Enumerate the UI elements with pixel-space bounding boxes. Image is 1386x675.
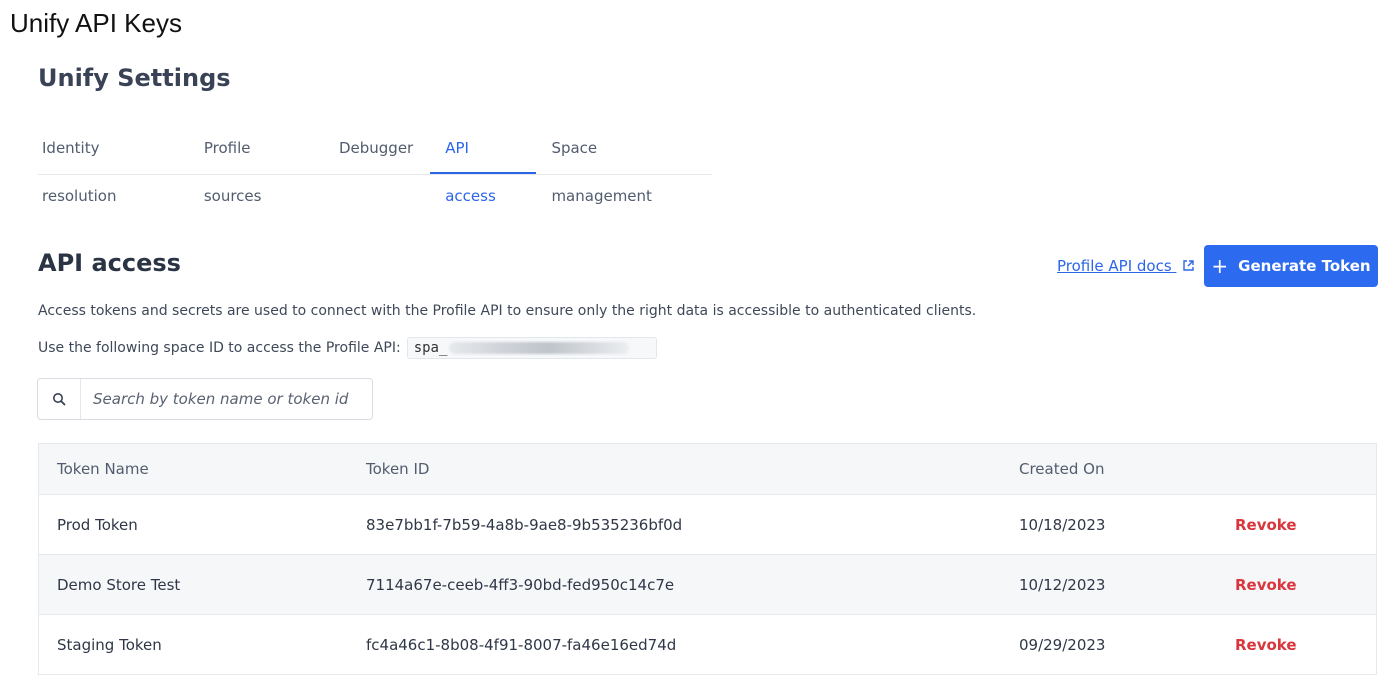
space-id-label: Use the following space ID to access the… <box>38 340 401 356</box>
table-row: Prod Token 83e7bb1f-7b59-4a8b-9ae8-9b535… <box>39 495 1376 555</box>
token-id: 7114a67e-ceeb-4ff3-90bd-fed950c14c7e <box>366 555 674 614</box>
tab-profile-sources[interactable]: Profile sources <box>189 124 324 174</box>
header-token-id: Token ID <box>366 444 429 494</box>
token-created-on: 10/12/2023 <box>1019 555 1105 614</box>
table-row: Demo Store Test 7114a67e-ceeb-4ff3-90bd-… <box>39 555 1376 615</box>
external-link-icon <box>1182 258 1195 276</box>
revoke-button[interactable]: Revoke <box>1235 555 1297 614</box>
space-id-prefix: spa_ <box>414 340 448 356</box>
table-header: Token Name Token ID Created On <box>39 444 1376 495</box>
api-access-description: Access tokens and secrets are used to co… <box>38 303 976 319</box>
token-name: Demo Store Test <box>57 555 180 614</box>
search-icon <box>38 379 81 419</box>
plus-icon: + <box>1211 256 1228 276</box>
header-created-on: Created On <box>1019 444 1104 494</box>
revoke-button[interactable]: Revoke <box>1235 495 1297 554</box>
token-name: Staging Token <box>57 615 162 674</box>
tab-api-access[interactable]: API access <box>430 124 536 174</box>
redacted-space-id <box>449 342 629 354</box>
table-row: Staging Token fc4a46c1-8b08-4f91-8007-fa… <box>39 615 1376 675</box>
page-title: Unify Settings <box>38 64 231 92</box>
generate-token-button[interactable]: + Generate Token <box>1204 245 1378 287</box>
document-title: Unify API Keys <box>10 8 182 39</box>
tab-identity-resolution[interactable]: Identity resolution <box>38 124 189 174</box>
token-id: fc4a46c1-8b08-4f91-8007-fa46e16ed74d <box>366 615 676 674</box>
tab-debugger[interactable]: Debugger <box>324 124 428 174</box>
profile-api-docs-label: Profile API docs <box>1057 257 1172 275</box>
search-input[interactable] <box>81 389 365 409</box>
tab-space-management[interactable]: Space management <box>536 124 712 174</box>
token-name: Prod Token <box>57 495 138 554</box>
section-title: API access <box>38 249 181 277</box>
space-id-value[interactable]: spa_ <box>407 337 657 359</box>
token-created-on: 10/18/2023 <box>1019 495 1105 554</box>
token-created-on: 09/29/2023 <box>1019 615 1105 674</box>
header-token-name: Token Name <box>57 444 149 494</box>
generate-token-label: Generate Token <box>1238 257 1370 275</box>
tokens-table: Token Name Token ID Created On Prod Toke… <box>38 443 1377 675</box>
space-id-line: Use the following space ID to access the… <box>38 337 657 359</box>
token-search <box>37 378 373 420</box>
revoke-button[interactable]: Revoke <box>1235 615 1297 674</box>
profile-api-docs-link[interactable]: Profile API docs <box>1057 257 1195 276</box>
settings-tabs: Identity resolution Profile sources Debu… <box>38 124 712 175</box>
token-id: 83e7bb1f-7b59-4a8b-9ae8-9b535236bf0d <box>366 495 682 554</box>
